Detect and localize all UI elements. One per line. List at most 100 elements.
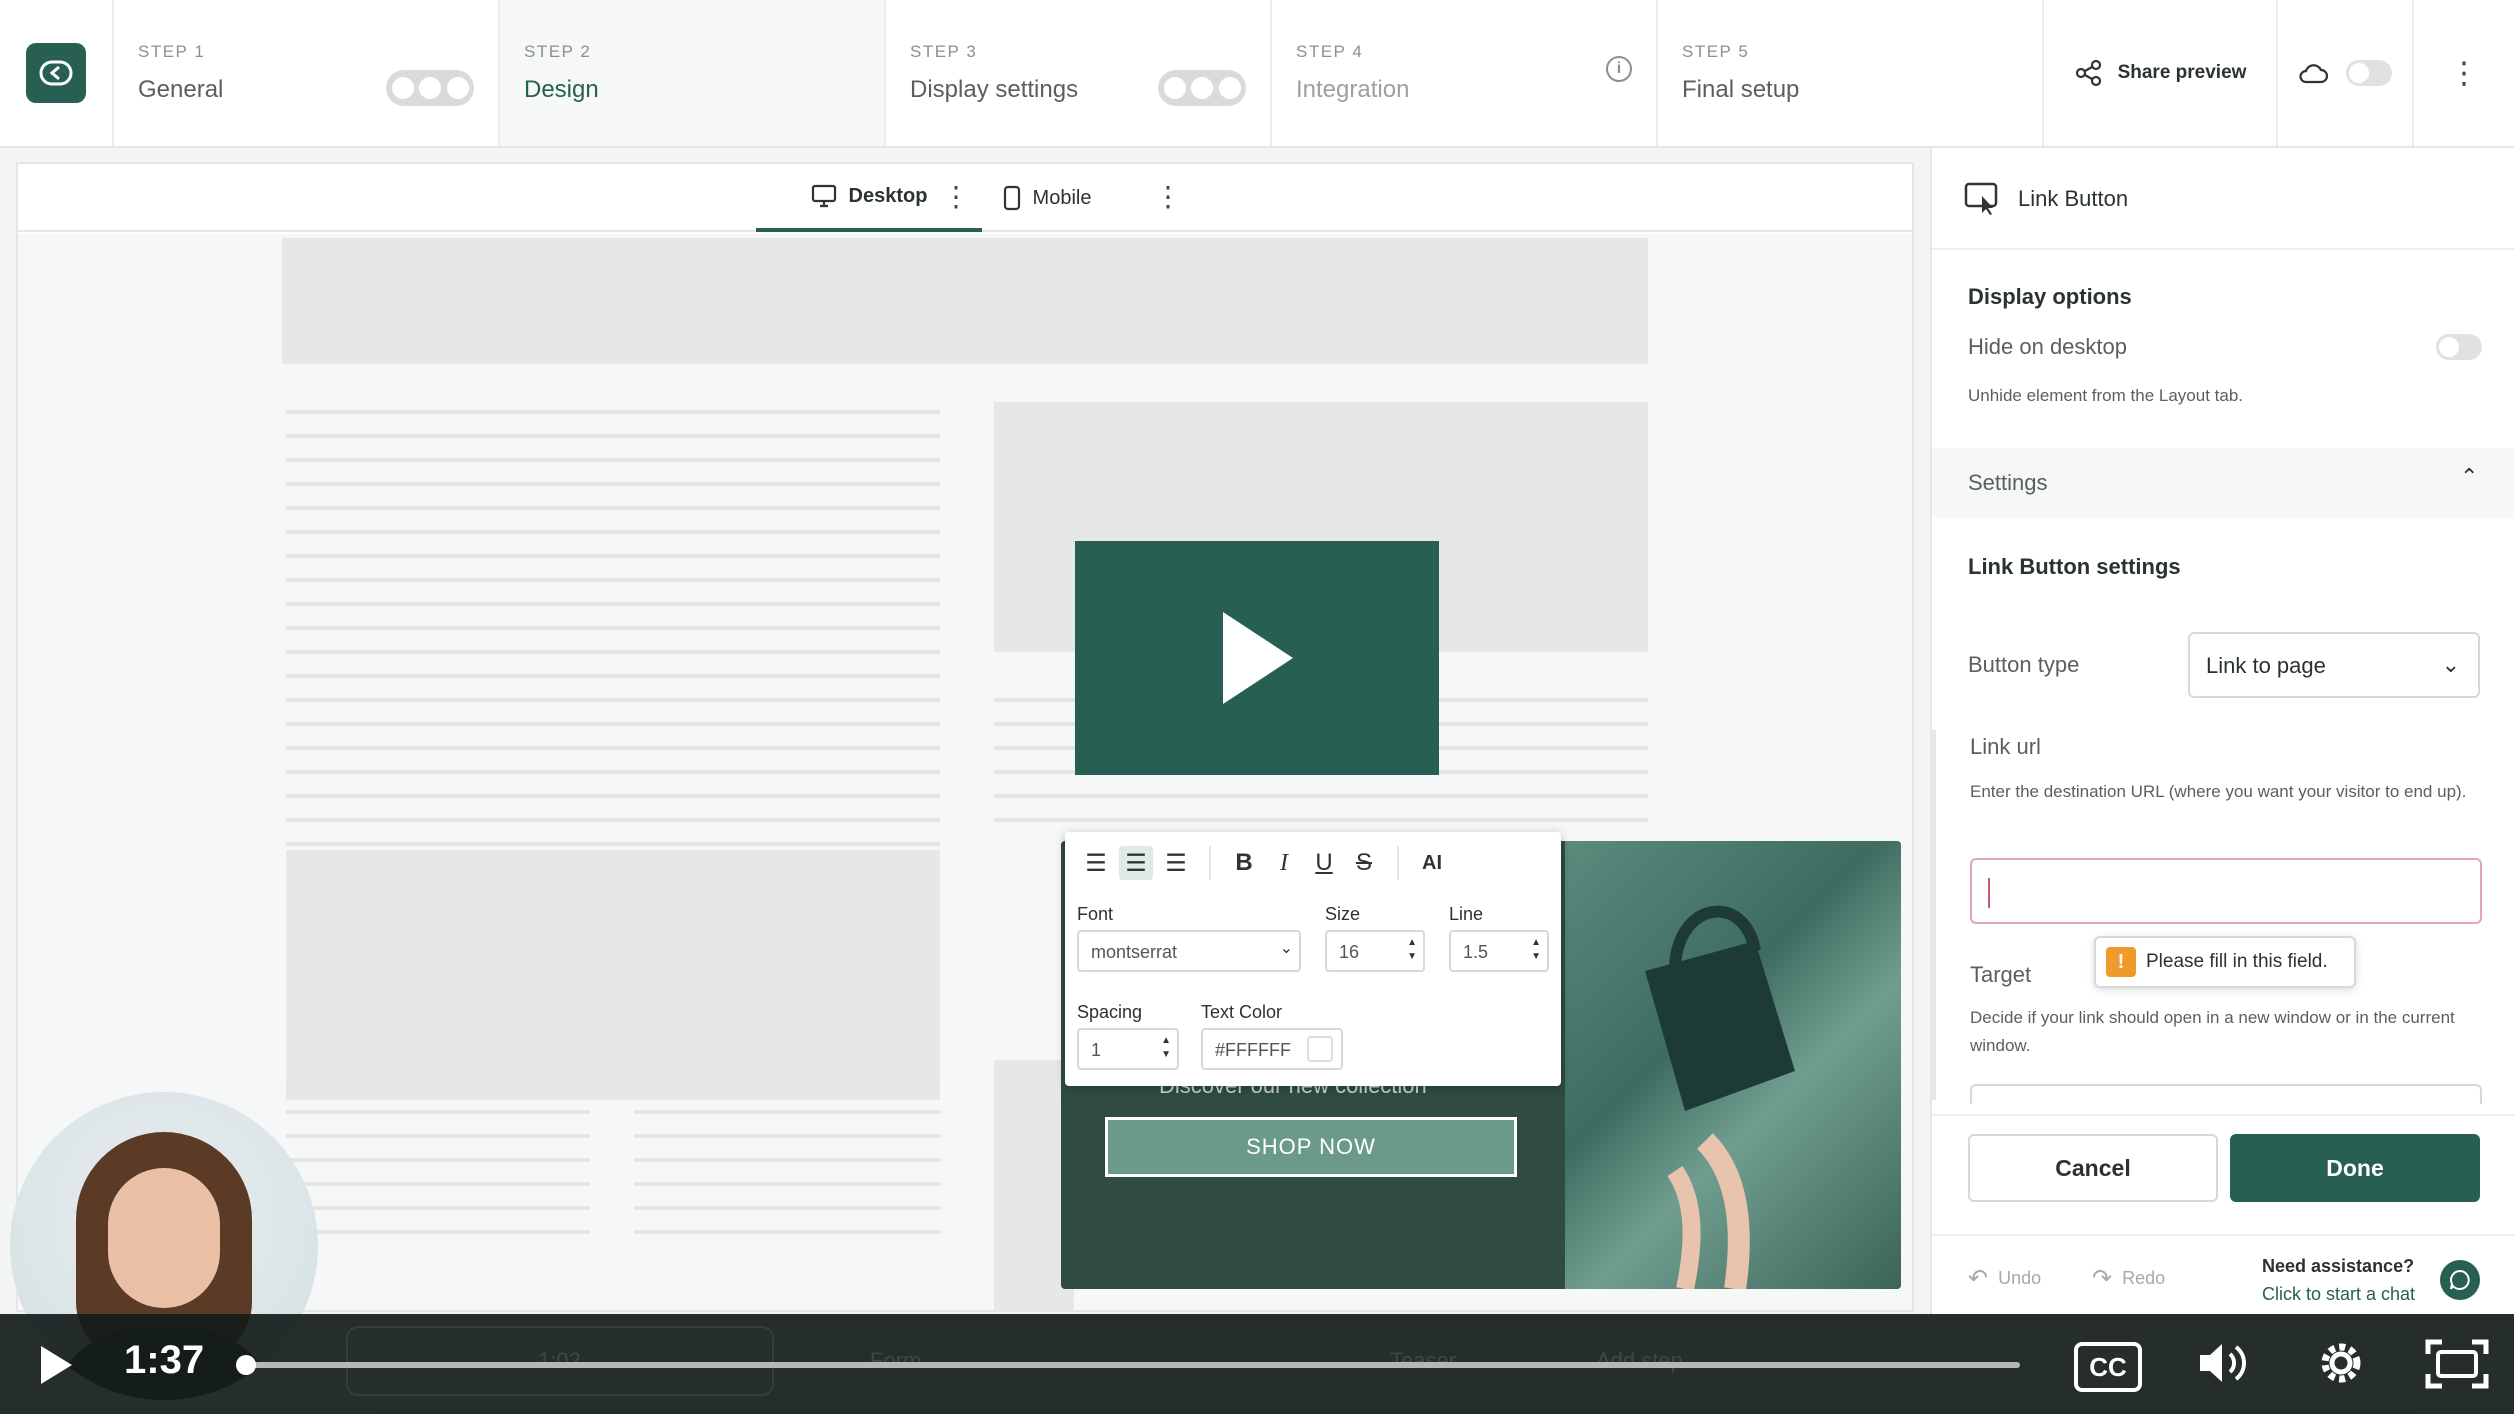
share-icon <box>2075 59 2101 87</box>
progress-thumb[interactable] <box>236 1355 256 1375</box>
back-arrow-icon[interactable] <box>26 43 86 103</box>
device-switcher: Desktop ⋮ Mobile ⋮ <box>18 164 1912 232</box>
color-swatch[interactable] <box>1307 1036 1333 1062</box>
text-placeholder <box>286 1086 590 1254</box>
font-select[interactable]: montserrat ⌄ <box>1077 930 1301 972</box>
link-button-icon <box>1964 182 1998 215</box>
status-pill <box>386 70 474 106</box>
vertical-dots-icon[interactable]: ⋮ <box>2414 0 2514 146</box>
warning-icon: ! <box>2106 947 2136 977</box>
align-left-icon[interactable]: ☰ <box>1079 846 1113 880</box>
stepper-icon[interactable]: ▲ ▼ <box>1531 936 1541 964</box>
hide-on-desktop-toggle[interactable] <box>2436 334 2482 360</box>
line-label: Line <box>1449 904 1484 924</box>
share-preview-button[interactable]: Share preview <box>2044 0 2278 146</box>
text-color-label: Text Color <box>1201 1002 1283 1022</box>
ai-button[interactable]: AI <box>1415 846 1449 880</box>
text-color-input[interactable]: #FFFFFF <box>1201 1028 1343 1070</box>
ghost-add-step: Add step <box>1596 1326 1683 1396</box>
button-type-select[interactable]: Link to page ⌄ <box>2188 632 2480 698</box>
progress-track[interactable] <box>246 1362 2020 1368</box>
settings-accordion[interactable]: Settings ⌃ <box>1932 448 2514 518</box>
volume-icon[interactable] <box>2196 1338 2256 1393</box>
step-number: STEP 2 <box>524 42 592 61</box>
underline-icon[interactable]: U <box>1307 846 1341 880</box>
shop-now-button[interactable]: SHOP NOW <box>1105 1117 1517 1177</box>
display-options-heading: Display options <box>1968 284 2132 309</box>
ghost-form-label: Form <box>870 1348 922 1373</box>
step-name: Integration <box>1296 76 1410 103</box>
step-final-setup[interactable]: STEP 5 Final setup <box>1658 0 2044 146</box>
logo-cell[interactable] <box>0 0 114 146</box>
stepper-icon[interactable]: ▲ ▼ <box>1407 936 1417 964</box>
step-number: STEP 4 <box>1296 42 1364 61</box>
spacing-input[interactable]: 1 ▲ ▼ <box>1077 1028 1179 1070</box>
tab-mobile[interactable]: Mobile <box>982 164 1112 232</box>
step-general[interactable]: STEP 1 General <box>114 0 500 146</box>
assist-link: Click to start a chat <box>2262 1284 2416 1304</box>
ghost-teaser-tab: Teaser <box>1390 1326 1456 1396</box>
status-pill <box>1158 70 1246 106</box>
info-icon[interactable]: i <box>1606 56 1632 82</box>
link-url-input[interactable] <box>1970 858 2482 924</box>
step-design[interactable]: STEP 2 Design <box>500 0 886 146</box>
strikethrough-icon[interactable]: S <box>1347 846 1381 880</box>
size-value: 16 <box>1339 942 1360 962</box>
undo-button[interactable]: ↶ Undo <box>1968 1264 2041 1293</box>
panel-title: Link Button <box>2018 186 2129 211</box>
cloud-sync[interactable] <box>2278 0 2414 146</box>
fullscreen-icon[interactable] <box>2424 1338 2490 1395</box>
link-settings-heading: Link Button settings <box>1968 554 2181 579</box>
assistance-link[interactable]: Need assistance? Click to start a chat <box>2262 1252 2415 1308</box>
target-label: Target <box>1970 962 2032 987</box>
align-center-icon[interactable]: ☰ <box>1119 846 1153 880</box>
text-placeholder <box>634 1086 940 1254</box>
button-type-label: Button type <box>1968 652 2080 677</box>
product-photo <box>1565 841 1901 1289</box>
align-right-icon[interactable]: ☰ <box>1159 846 1193 880</box>
play-button[interactable] <box>38 1344 74 1391</box>
cancel-button[interactable]: Cancel <box>1968 1134 2218 1202</box>
tooltip-text: Please fill in this field. <box>2146 951 2328 972</box>
step-integration[interactable]: STEP 4 Integration i <box>1272 0 1658 146</box>
redo-button[interactable]: ↷ Redo <box>2092 1264 2165 1293</box>
font-label: Font <box>1077 904 1114 924</box>
hide-on-desktop-label: Hide on desktop <box>1968 334 2127 359</box>
editor-canvas: Desktop ⋮ Mobile ⋮ SHOP NOW ☰ ☰ ☰ B I U … <box>16 162 1914 1312</box>
line-height-input[interactable]: 1.5 ▲ ▼ <box>1449 930 1549 972</box>
chat-icon[interactable] <box>2440 1260 2480 1300</box>
cloud-toggle[interactable] <box>2346 60 2392 86</box>
vertical-dots-icon[interactable]: ⋮ <box>1154 180 1182 213</box>
link-url-label: Link url <box>1970 734 2041 759</box>
size-input[interactable]: 16 ▲ ▼ <box>1325 930 1425 972</box>
step-name: Final setup <box>1682 76 1800 103</box>
chevron-up-icon[interactable]: ⌃ <box>2460 464 2478 490</box>
captions-button[interactable]: CC <box>2074 1342 2142 1392</box>
step-name: Design <box>524 76 599 103</box>
stepper-icon[interactable]: ▲ ▼ <box>1161 1034 1171 1062</box>
video-block[interactable] <box>1075 541 1439 775</box>
step-display-settings[interactable]: STEP 3 Display settings <box>886 0 1272 146</box>
redo-label: Redo <box>2122 1268 2166 1288</box>
handbag-image <box>1645 905 1795 1289</box>
done-button[interactable]: Done <box>2230 1134 2480 1202</box>
chevron-down-icon: ⌄ <box>2441 652 2460 677</box>
step-bar: STEP 1 General STEP 2 Design STEP 3 Disp… <box>0 0 2514 148</box>
validation-tooltip: ! Please fill in this field. <box>2094 936 2356 988</box>
ghost-add-step-label: Add step <box>1596 1348 1683 1373</box>
mobile-icon <box>1003 185 1020 211</box>
target-select[interactable] <box>1970 1084 2482 1104</box>
settings-gear-icon[interactable] <box>2314 1336 2368 1395</box>
vertical-dots-icon[interactable]: ⋮ <box>942 180 970 213</box>
italic-icon[interactable]: I <box>1267 846 1301 880</box>
current-time: 1:37 <box>124 1338 205 1382</box>
spacing-label: Spacing <box>1077 1002 1143 1022</box>
target-help: Decide if your link should open in a new… <box>1970 1008 2455 1055</box>
bold-icon[interactable]: B <box>1227 846 1261 880</box>
redo-icon: ↷ <box>2092 1265 2113 1292</box>
cloud-icon <box>2299 64 2328 84</box>
desktop-icon <box>811 184 836 208</box>
hide-help-text: Unhide element from the Layout tab. <box>1968 386 2243 405</box>
link-url-help: Enter the destination URL (where you wan… <box>1970 782 2467 801</box>
button-type-value: Link to page <box>2206 653 2326 678</box>
